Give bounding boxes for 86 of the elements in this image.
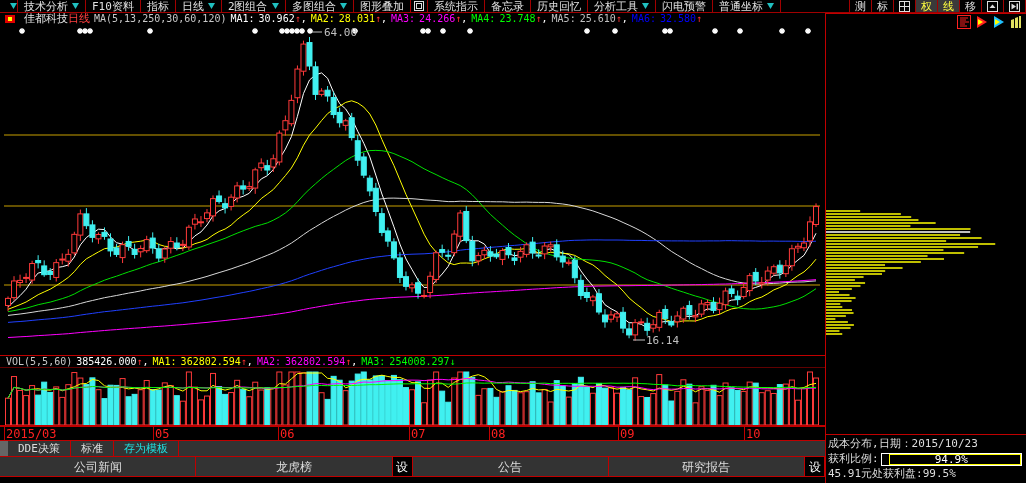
high-price-label: 64.00 [324, 26, 358, 39]
trend-arrow: ↑ [294, 13, 301, 25]
trend-arrow: ↑ [615, 13, 622, 25]
trend-arrow: ↑ [374, 13, 381, 25]
moving-average-value: 362802.594 [285, 355, 346, 368]
toolbar-button[interactable]: 多图组合 [285, 0, 354, 12]
moving-average-value: 23.748 [499, 13, 536, 25]
period-label: 日线 [68, 13, 90, 25]
bars-icon[interactable] [1010, 15, 1022, 29]
stock-flag-icon[interactable] [4, 14, 16, 24]
indicator-name: MA(5,13,250,30,60,120) [94, 13, 227, 25]
dropdown-caret-icon [641, 3, 649, 9]
template-tab[interactable]: 标准 [70, 441, 114, 456]
toolbar-button[interactable]: 历史回忆 [530, 0, 588, 12]
news-tab[interactable]: 龙虎榜 [196, 457, 393, 476]
leader-line [311, 31, 323, 33]
moving-average-name: MA3: [361, 355, 386, 368]
toolbar-button[interactable]: 日线 [175, 0, 222, 12]
profit-ratio-label: 获利比例: [828, 452, 879, 466]
skip-end-icon [1009, 0, 1020, 12]
separator-comma: , [461, 13, 468, 25]
moving-average-value: 362802.594 [180, 355, 241, 368]
separator-comma: , [541, 13, 548, 25]
trend-arrow: ↑ [240, 355, 247, 368]
flag-icon[interactable] [993, 15, 1005, 29]
profit-ratio-value: 94.9% [933, 453, 969, 465]
moving-average-name: MA5: [551, 13, 576, 25]
low-price-label: 16.14 [646, 334, 680, 347]
dropdown-caret-icon [72, 3, 79, 9]
toolbar-button[interactable]: 备忘录 [484, 0, 531, 12]
toolbar-button[interactable]: 分析工具 [587, 0, 656, 12]
separator-comma: , [621, 13, 628, 25]
toolbar-button[interactable]: 闪电预警 [655, 0, 713, 12]
separator-comma: , [381, 13, 387, 25]
separator-comma: , [246, 355, 253, 368]
news-tab[interactable]: 研究报告 [608, 457, 805, 476]
dropdown-caret-icon [207, 3, 215, 9]
separator-comma: , [300, 13, 307, 25]
dropdown-caret-icon [339, 3, 347, 9]
moving-average-name: MA1: [230, 13, 255, 25]
template-tab[interactable]: DDE决策 [8, 441, 71, 456]
moving-average-name: MA1: [152, 355, 177, 368]
trend-arrow: ↓ [449, 355, 456, 368]
moving-average-name: MA2: [310, 13, 335, 25]
trend-arrow: ↑ [136, 355, 143, 368]
moving-average-value: 254008.297 [389, 355, 450, 368]
stock-name: 佳都科技 [24, 13, 68, 25]
indicator-name: VOL(5,5,60) [6, 355, 73, 368]
toolbar-button[interactable]: F10资料 [86, 0, 141, 12]
profit-line-text: 45.91元处获利盘:99.5% [828, 467, 957, 481]
flag-icon[interactable] [976, 15, 988, 29]
moving-average-value: 24.266 [419, 13, 456, 25]
frame-icon [413, 1, 424, 11]
cost-distribution-title: 成本分布,日期：2015/10/23 [828, 437, 979, 451]
grid-icon [899, 0, 910, 12]
trend-arrow: ↑ [455, 13, 462, 25]
toolbar-button[interactable]: 指标 [140, 0, 176, 12]
moving-average-value: 28.031 [338, 13, 375, 25]
moving-average-value: 30.962 [258, 13, 295, 25]
tool-button[interactable]: 权 [916, 0, 938, 12]
dropdown-caret-icon [271, 3, 279, 9]
bar-chart-icon[interactable] [957, 15, 971, 29]
trend-arrow: ↑ [535, 13, 542, 25]
toolbar-button[interactable]: 图形叠加 [353, 0, 411, 12]
leader-line [632, 339, 646, 341]
separator-comma: , [351, 355, 358, 368]
dropdown-caret-icon[interactable] [10, 3, 17, 9]
moving-average-name: MA4: [471, 13, 496, 25]
toolbar-button[interactable]: 普通坐标 [712, 0, 781, 12]
template-tab[interactable]: 存为模板 [113, 441, 179, 456]
news-tab[interactable]: 公告 [412, 457, 609, 476]
moving-average-name: MA6: [631, 13, 656, 25]
news-tab[interactable]: 公司新闻 [0, 457, 197, 476]
moving-average-name: MA3: [391, 13, 416, 25]
dropdown-caret-icon [766, 3, 774, 9]
separator-comma: , [142, 355, 149, 368]
moving-average-value: 32.580 [659, 13, 697, 25]
trend-arrow: ↑ [345, 355, 352, 368]
moving-average-value: 25.610 [579, 13, 616, 25]
volume-value: 385426.000 [76, 355, 137, 368]
trend-arrow: ↑ [696, 13, 703, 25]
moving-average-name: MA2: [256, 355, 281, 368]
toolbar-button[interactable]: 系统指示 [427, 0, 485, 12]
toolbar-button[interactable]: 2图组合 [221, 0, 286, 12]
toolbar-button[interactable]: 技术分析 [18, 0, 86, 12]
tool-button[interactable]: 线 [938, 0, 960, 12]
